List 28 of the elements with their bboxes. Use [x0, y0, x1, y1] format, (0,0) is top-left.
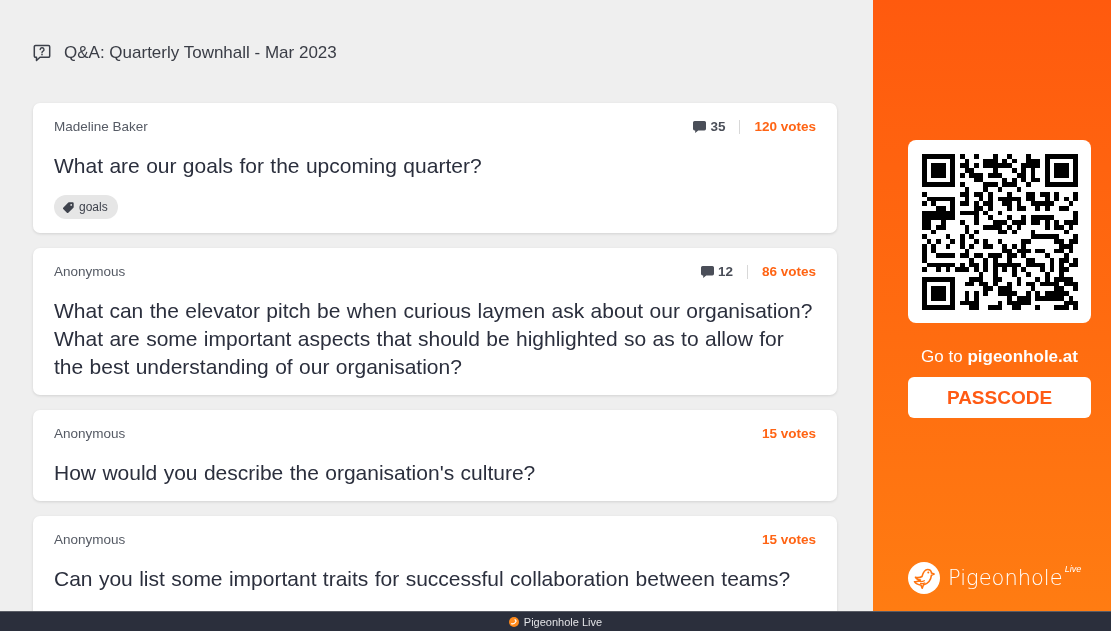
- bird-logo-icon: [908, 562, 940, 594]
- comment-count: 35: [710, 119, 726, 135]
- comment-count: 12: [717, 264, 733, 280]
- author-name: Madeline Baker: [54, 119, 148, 135]
- vote-count: 86 votes: [761, 264, 816, 280]
- vote-count: 15 votes: [761, 532, 816, 548]
- join-instruction: Go to pigeonhole.at: [921, 347, 1078, 367]
- swirl-logo-icon: [508, 616, 519, 627]
- question-text: Can you list some important traits for successful collaboration between teams?: [54, 566, 792, 592]
- question-bubble-icon: [33, 44, 51, 62]
- comment-icon: [700, 266, 714, 278]
- footer-label: Pigeonhole Live: [523, 615, 603, 628]
- tag-icon: [63, 201, 74, 213]
- logo-badge-text: Live: [1064, 564, 1082, 574]
- question-text: What can the elevator pitch be when curious laymen ask about our organisation? What are some important aspects that should be highlighted so as to allow for the best understanding of our organisation?: [54, 298, 814, 380]
- question-text: How would you describe the organisation's culture?: [54, 460, 537, 486]
- author-name: Anonymous: [54, 426, 126, 442]
- tag-chip[interactable]: goals: [54, 195, 118, 219]
- question-text: What are our goals for the upcoming quarter?: [54, 153, 483, 179]
- author-name: Anonymous: [54, 264, 126, 280]
- logo-text: Pigeonhole: [948, 565, 1063, 592]
- passcode-display: PASSCODE: [908, 377, 1091, 418]
- tag-label: goals: [79, 200, 108, 214]
- vote-count: 120 votes: [754, 119, 816, 135]
- vote-count: 15 votes: [761, 426, 816, 442]
- author-name: Anonymous: [54, 532, 126, 548]
- comment-icon: [693, 121, 707, 133]
- page-title: Q&A: Quarterly Townhall - Mar 2023: [64, 42, 337, 64]
